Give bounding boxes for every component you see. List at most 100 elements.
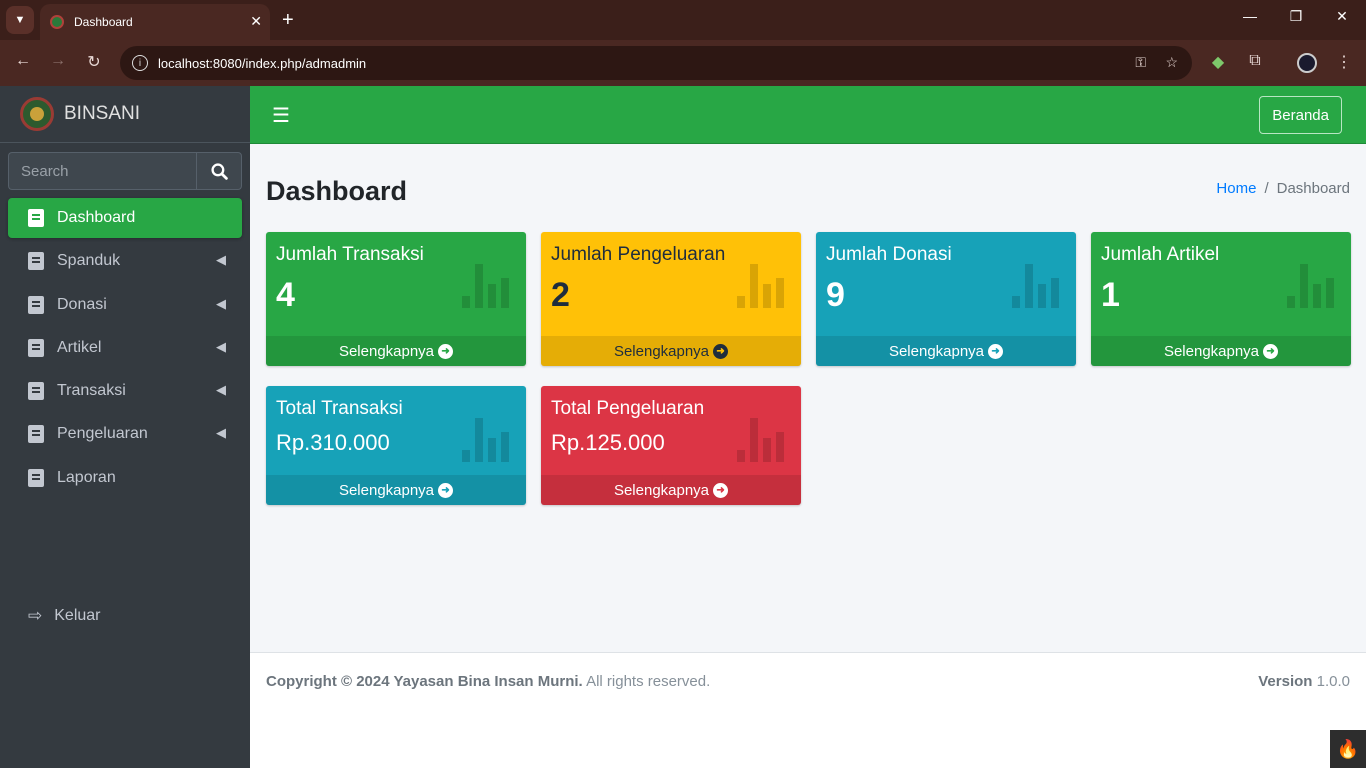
- brand-link[interactable]: BINSANI: [0, 86, 250, 143]
- sidebar-item-label: Laporan: [57, 468, 116, 486]
- version-label: Version: [1258, 673, 1313, 690]
- book-icon: [28, 468, 44, 487]
- sidebar-item-pengeluaran[interactable]: Pengeluaran ◀: [8, 414, 242, 454]
- book-icon: [28, 382, 44, 401]
- arrow-circle-right-icon: ➜: [988, 343, 1004, 359]
- tab-search-icon[interactable]: ▼: [6, 6, 34, 34]
- minimize-icon[interactable]: —: [1240, 8, 1260, 24]
- arrow-circle-right-icon: ➜: [713, 343, 729, 359]
- book-icon: [28, 425, 44, 444]
- arrow-circle-right-icon: ➜: [713, 482, 729, 498]
- chevron-left-icon: ◀: [216, 338, 226, 354]
- beranda-button[interactable]: Beranda: [1259, 96, 1342, 134]
- url-text: localhost:8080/index.php/admadmin: [158, 55, 367, 71]
- book-icon: [28, 252, 44, 271]
- box-value: Rp.310.000: [276, 430, 390, 455]
- sidebar-item-transaksi[interactable]: Transaksi ◀: [8, 371, 242, 411]
- copyright-rest: All rights reserved.: [586, 673, 711, 690]
- small-box-jumlah-transaksi: Jumlah Transaksi 4 Selengkapnya ➜: [266, 232, 526, 366]
- book-icon: [28, 209, 44, 227]
- breadcrumb-current: Dashboard: [1276, 180, 1350, 197]
- tab-title: Dashboard: [74, 15, 133, 29]
- box-title: Jumlah Pengeluaran: [551, 244, 726, 265]
- small-box-jumlah-artikel: Jumlah Artikel 1 Selengkapnya ➜: [1091, 232, 1351, 366]
- breadcrumb-home-link[interactable]: Home: [1216, 180, 1256, 197]
- box-title: Jumlah Donasi: [826, 244, 952, 265]
- page-title: Dashboard: [266, 176, 408, 206]
- box-value: 9: [826, 276, 845, 314]
- small-box-total-pengeluaran: Total Pengeluaran Rp.125.000 Selengkapny…: [541, 386, 801, 505]
- sidebar-menu: Dashboard Spanduk ◀ Donasi ◀ Artikel ◀ T…: [8, 198, 242, 501]
- box-title: Jumlah Transaksi: [276, 244, 424, 265]
- box-footer-link[interactable]: Selengkapnya ➜: [541, 475, 801, 505]
- box-title: Jumlah Artikel: [1101, 244, 1220, 265]
- brand-logo-icon: [20, 97, 54, 131]
- sidebar-item-dashboard[interactable]: Dashboard: [8, 198, 242, 238]
- sidebar-item-label: Dashboard: [57, 209, 136, 226]
- version-value: 1.0.0: [1316, 673, 1350, 690]
- bar-chart-icon: [1287, 264, 1334, 308]
- profile-avatar-icon[interactable]: [1297, 53, 1317, 73]
- book-icon: [28, 338, 44, 357]
- key-icon[interactable]: ⚿: [1135, 54, 1146, 71]
- reload-icon[interactable]: ↻: [83, 52, 105, 72]
- codeigniter-toolbar-icon[interactable]: 🔥: [1330, 730, 1366, 768]
- search-icon: [210, 162, 228, 180]
- logout-label: Keluar: [54, 607, 101, 624]
- sidebar-item-laporan[interactable]: Laporan: [8, 458, 242, 498]
- back-icon[interactable]: ←: [12, 52, 34, 70]
- browser-tab-bar: ▼ Dashboard ✕ + — ❐ ✕: [0, 0, 1366, 40]
- small-box-jumlah-pengeluaran: Jumlah Pengeluaran 2 Selengkapnya ➜: [541, 232, 801, 366]
- bar-chart-icon: [1012, 264, 1059, 308]
- browser-tab[interactable]: Dashboard ✕: [40, 4, 270, 40]
- extensions-puzzle-icon[interactable]: ⧉: [1244, 52, 1266, 70]
- top-navbar: ☰ Beranda: [250, 86, 1366, 144]
- box-footer-label: Selengkapnya: [613, 342, 710, 360]
- browser-menu-icon[interactable]: ⋮: [1333, 52, 1355, 72]
- box-footer-link[interactable]: Selengkapnya ➜: [541, 336, 801, 366]
- sidebar-item-donasi[interactable]: Donasi ◀: [8, 285, 242, 325]
- sidebar: BINSANI Dashboard Spanduk ◀ Donasi ◀ Art…: [0, 86, 250, 768]
- breadcrumb-separator: /: [1264, 180, 1269, 197]
- sidebar-item-label: Spanduk: [57, 252, 121, 270]
- sidebar-item-artikel[interactable]: Artikel ◀: [8, 328, 242, 368]
- box-value: 1: [1101, 276, 1120, 314]
- close-window-icon[interactable]: ✕: [1332, 8, 1352, 25]
- book-icon: [28, 295, 44, 314]
- chevron-left-icon: ◀: [216, 382, 226, 398]
- bookmark-star-icon[interactable]: ☆: [1165, 54, 1178, 71]
- breadcrumb: Home / Dashboard: [1216, 180, 1350, 197]
- box-title: Total Transaksi: [276, 398, 403, 419]
- box-value: Rp.125.000: [551, 430, 665, 455]
- copyright-text: Copyright © 2024 Yayasan Bina Insan Murn…: [266, 673, 710, 690]
- bar-chart-icon: [462, 264, 509, 308]
- box-footer-label: Selengkapnya: [338, 481, 435, 499]
- new-tab-icon[interactable]: +: [282, 8, 294, 32]
- box-footer-link[interactable]: Selengkapnya ➜: [816, 336, 1076, 366]
- sidebar-item-label: Transaksi: [57, 382, 126, 400]
- sidebar-item-spanduk[interactable]: Spanduk ◀: [8, 241, 242, 281]
- search-input[interactable]: [8, 152, 196, 190]
- search-button[interactable]: [196, 152, 242, 190]
- extension-color-icon[interactable]: ◆: [1207, 52, 1229, 72]
- box-footer-label: Selengkapnya: [338, 342, 435, 360]
- box-footer-link[interactable]: Selengkapnya ➜: [266, 475, 526, 505]
- arrow-circle-right-icon: ➜: [1263, 343, 1279, 359]
- sign-out-icon: ⇨: [28, 606, 43, 625]
- restore-icon[interactable]: ❐: [1286, 8, 1306, 25]
- url-bar[interactable]: i localhost:8080/index.php/admadmin ⚿ ☆: [120, 46, 1192, 80]
- version-text: Version 1.0.0: [1258, 673, 1350, 690]
- close-tab-icon[interactable]: ✕: [250, 13, 262, 30]
- page-footer: Copyright © 2024 Yayasan Bina Insan Murn…: [250, 652, 1366, 768]
- box-footer-link[interactable]: Selengkapnya ➜: [266, 336, 526, 366]
- site-info-icon[interactable]: i: [132, 55, 148, 71]
- sidebar-item-label: Artikel: [57, 338, 102, 356]
- chevron-left-icon: ◀: [216, 425, 226, 441]
- chevron-left-icon: ◀: [216, 252, 226, 268]
- box-footer-label: Selengkapnya: [888, 342, 985, 360]
- box-footer-link[interactable]: Selengkapnya ➜: [1091, 336, 1351, 366]
- logout-link[interactable]: ⇨ Keluar: [28, 606, 101, 626]
- menu-toggle-icon[interactable]: ☰: [272, 103, 290, 128]
- forward-icon[interactable]: →: [47, 52, 69, 70]
- box-value: 2: [551, 276, 570, 314]
